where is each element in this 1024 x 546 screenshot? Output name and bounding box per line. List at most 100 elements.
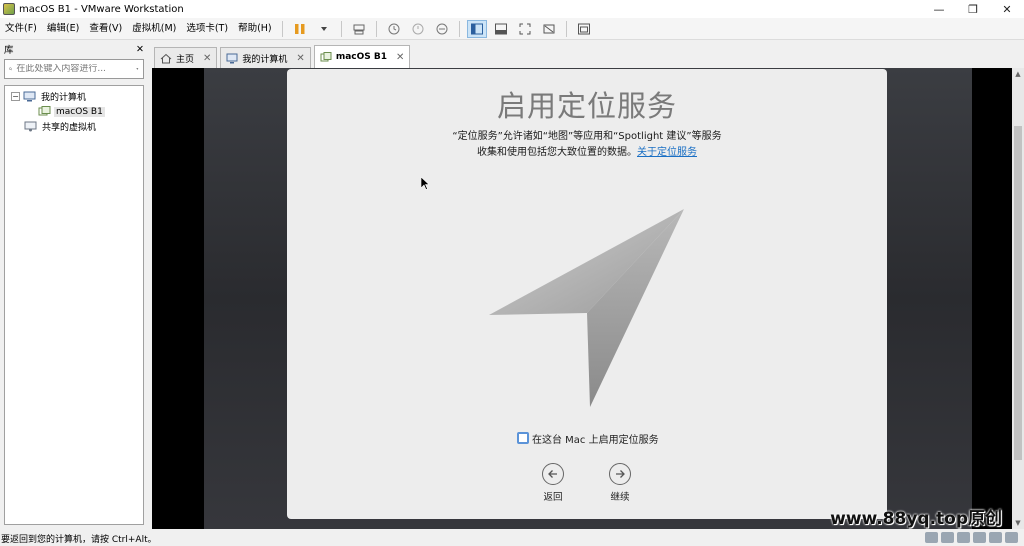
fullscreen-button[interactable]	[515, 20, 535, 38]
tab-label: 主页	[176, 54, 195, 65]
library-title: 库	[4, 45, 14, 56]
revert-snapshot-icon	[412, 23, 424, 34]
send-ctrl-alt-del-button[interactable]	[349, 20, 369, 38]
pause-icon	[294, 23, 305, 34]
vm-icon	[38, 106, 51, 116]
thumbnail-bar-icon	[494, 23, 507, 34]
library-search-input[interactable]	[16, 64, 137, 74]
forward-arrow-icon	[609, 463, 631, 485]
tree-item-label: macOS B1	[54, 106, 105, 117]
library-tree: − 我的计算机 macOS B1 共享的虚拟机	[4, 85, 144, 525]
usb-controller-icon[interactable]	[973, 532, 986, 543]
enable-location-checkbox[interactable]	[517, 432, 529, 444]
setup-description: “定位服务”允许诸如“地图”等应用和“Spotlight 建议”等服务 收集和使…	[287, 129, 887, 161]
location-arrow-icon	[489, 209, 684, 407]
status-message: 要返回到您的计算机，请按 Ctrl+Alt。	[1, 534, 157, 545]
shared-vm-icon	[24, 121, 37, 132]
tab-macos-b1[interactable]: macOS B1 ✕	[313, 45, 411, 68]
chevron-down-icon[interactable]	[136, 65, 139, 73]
tab-close-button[interactable]: ✕	[396, 52, 404, 63]
console-view-icon	[577, 23, 590, 34]
scroll-down-icon[interactable]: ▼	[1012, 517, 1024, 529]
tab-close-button[interactable]: ✕	[296, 53, 304, 64]
cd-drive-icon[interactable]	[941, 532, 954, 543]
continue-button[interactable]: 继续	[595, 463, 645, 503]
console-view-button[interactable]	[574, 20, 594, 38]
sound-card-icon[interactable]	[989, 532, 1002, 543]
menu-view[interactable]: 查看(V)	[84, 18, 127, 40]
continue-label: 继续	[610, 492, 630, 503]
location-services-setup: 启用定位服务 “定位服务”允许诸如“地图”等应用和“Spotlight 建议”等…	[287, 69, 887, 519]
tab-close-button[interactable]: ✕	[203, 53, 211, 64]
library-panel: 库 ✕ − 我的计算机 macOS B1 共享的虚拟机	[0, 41, 148, 529]
snapshot-manager-button[interactable]	[432, 20, 452, 38]
computer-icon	[23, 91, 36, 102]
snapshot-icon	[388, 23, 400, 34]
toolbar-separator	[340, 20, 342, 37]
tab-home[interactable]: 主页 ✕	[154, 47, 218, 68]
unity-icon	[543, 24, 555, 33]
fullscreen-icon	[519, 23, 531, 34]
status-bar: 要返回到您的计算机，请按 Ctrl+Alt。	[0, 530, 1024, 546]
power-dropdown-button[interactable]	[314, 20, 334, 38]
setup-description-text: 收集和使用包括您大致位置的数据。	[477, 147, 637, 158]
menu-edit[interactable]: 编辑(E)	[42, 18, 84, 40]
revert-snapshot-button[interactable]	[408, 20, 428, 38]
display-icon[interactable]	[1005, 532, 1018, 543]
tab-label: 我的计算机	[242, 54, 288, 65]
collapse-toggle[interactable]: −	[11, 92, 20, 101]
thumbnail-bar-button[interactable]	[491, 20, 511, 38]
tree-item-shared-vms[interactable]: 共享的虚拟机	[5, 119, 143, 134]
library-header: 库 ✕	[0, 41, 148, 57]
setup-description-line1: “定位服务”允许诸如“地图”等应用和“Spotlight 建议”等服务	[452, 131, 722, 142]
toolbar-separator	[458, 20, 460, 37]
setup-description-line2: 收集和使用包括您大致位置的数据。关于定位服务	[287, 145, 887, 161]
scroll-up-icon[interactable]: ▲	[1012, 68, 1024, 80]
menu-vm[interactable]: 虚拟机(M)	[127, 18, 181, 40]
snapshot-manager-icon	[436, 23, 448, 34]
tab-my-computer[interactable]: 我的计算机 ✕	[220, 47, 311, 68]
back-arrow-icon	[542, 463, 564, 485]
back-label: 返回	[543, 492, 563, 503]
enable-location-label: 在这台 Mac 上启用定位服务	[532, 434, 659, 446]
window-title: macOS B1 - VMware Workstation	[19, 3, 184, 15]
snapshot-button[interactable]	[384, 20, 404, 38]
show-library-button[interactable]	[466, 19, 487, 38]
toolbar-separator	[565, 20, 567, 37]
library-close-button[interactable]: ✕	[136, 44, 144, 55]
toolbar-separator	[281, 20, 283, 37]
tab-strip: 主页 ✕ 我的计算机 ✕ macOS B1 ✕	[152, 44, 1024, 68]
close-button[interactable]: ✕	[990, 0, 1024, 18]
device-status-icons	[922, 532, 1018, 543]
title-bar: macOS B1 - VMware Workstation — ❐ ✕	[0, 0, 1024, 18]
unity-button[interactable]	[539, 20, 559, 38]
toolbar-separator	[375, 20, 377, 37]
menu-file[interactable]: 文件(F)	[0, 18, 42, 40]
hard-disk-icon[interactable]	[925, 532, 938, 543]
pause-button[interactable]	[290, 20, 310, 38]
library-view-icon	[470, 23, 483, 34]
tree-item-my-computer[interactable]: − 我的计算机	[5, 89, 143, 104]
back-button[interactable]: 返回	[528, 463, 578, 503]
tree-item-macos-b1[interactable]: macOS B1	[5, 104, 143, 119]
mouse-cursor-icon	[421, 177, 429, 190]
tab-label: macOS B1	[335, 52, 387, 62]
scrollbar-thumb[interactable]	[1014, 126, 1022, 460]
minimize-button[interactable]: —	[922, 0, 956, 18]
computer-icon	[226, 53, 238, 63]
menu-tabs[interactable]: 选项卡(T)	[181, 18, 233, 40]
enable-location-row[interactable]: 在这台 Mac 上启用定位服务	[517, 431, 659, 446]
vm-icon	[320, 51, 332, 61]
menu-bar: 文件(F) 编辑(E) 查看(V) 虚拟机(M) 选项卡(T) 帮助(H)	[0, 18, 1024, 40]
about-location-services-link[interactable]: 关于定位服务	[637, 147, 697, 158]
menu-help[interactable]: 帮助(H)	[233, 18, 277, 40]
window-controls: — ❐ ✕	[922, 0, 1024, 18]
network-adapter-icon[interactable]	[957, 532, 970, 543]
search-icon	[9, 67, 13, 71]
maximize-button[interactable]: ❐	[956, 0, 990, 18]
tree-item-label: 共享的虚拟机	[42, 123, 97, 133]
setup-title: 启用定位服务	[496, 89, 677, 123]
vm-vertical-scrollbar[interactable]: ▲ ▼	[1012, 68, 1024, 529]
library-search-box[interactable]	[4, 59, 144, 79]
vmware-app-icon	[3, 3, 15, 15]
